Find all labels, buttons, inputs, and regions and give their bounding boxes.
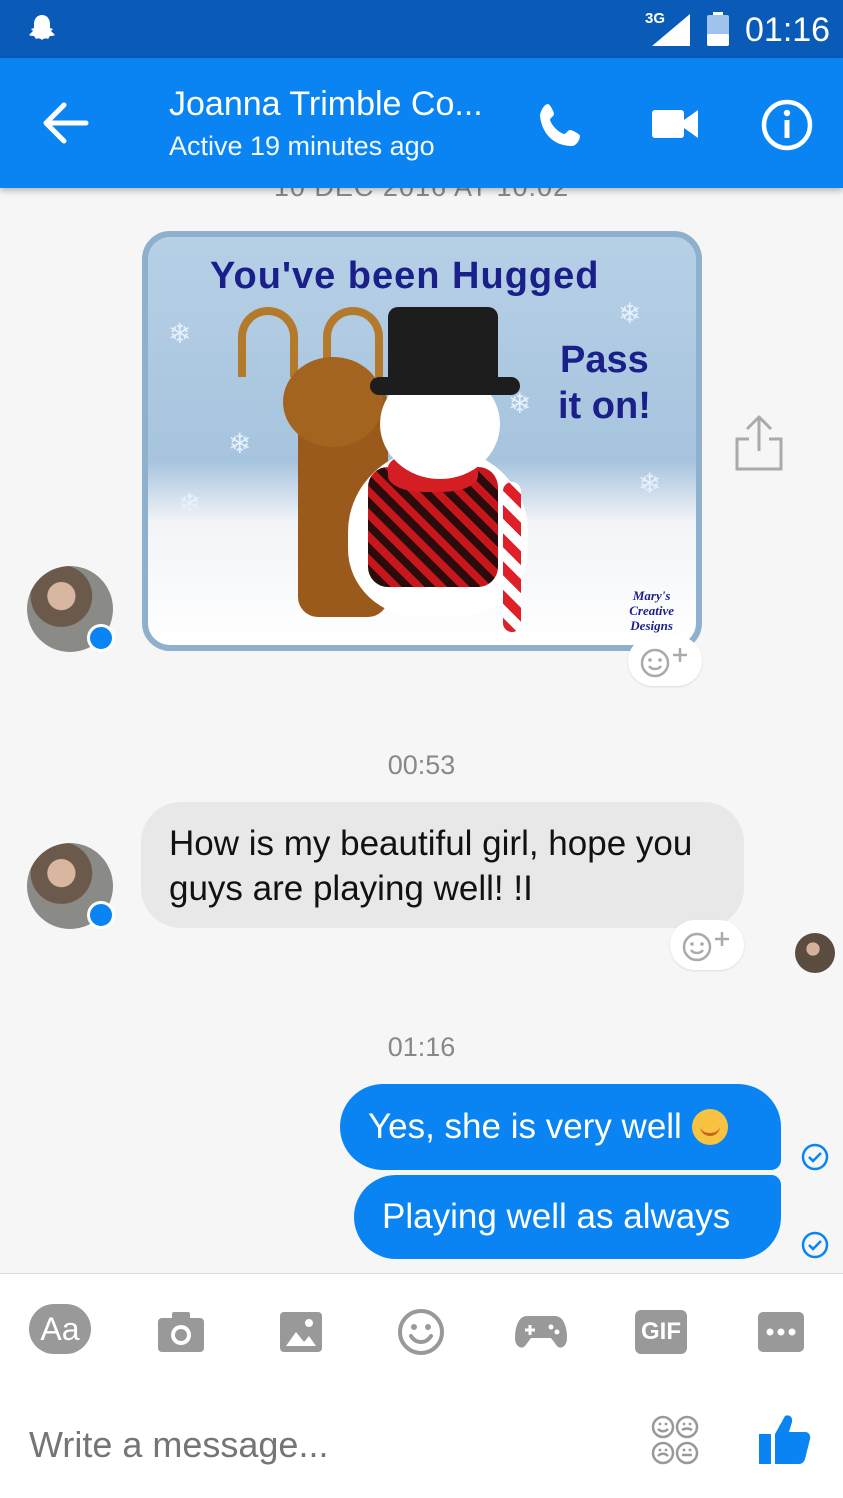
add-reaction-icon [640, 648, 687, 678]
delivered-check-icon [801, 1143, 829, 1171]
incoming-message[interactable]: How is my beautiful girl, hope you guys … [141, 802, 744, 928]
gamepad-icon [515, 1316, 567, 1348]
image-icon [280, 1312, 322, 1352]
battery-icon [707, 12, 729, 46]
gif-button[interactable]: GIF [630, 1304, 692, 1360]
more-icon [758, 1312, 804, 1352]
messenger-badge-icon [87, 901, 115, 929]
more-options-button[interactable] [750, 1304, 812, 1360]
message-text: Playing well as always [382, 1197, 731, 1236]
smiley-icon [398, 1309, 444, 1355]
gif-label: GIF [635, 1310, 687, 1354]
thumbs-up-icon[interactable] [757, 1410, 813, 1466]
snowman-hat-brim [370, 377, 520, 395]
card-credit: Mary's Creative Designs [629, 588, 674, 633]
camera-button[interactable] [150, 1304, 212, 1360]
card-pass-line1: Pass [560, 339, 649, 381]
candy-cane [503, 482, 521, 632]
seen-by-avatar [795, 933, 835, 973]
add-reaction-button[interactable] [628, 636, 702, 686]
active-status: Active 19 minutes ago [169, 131, 435, 161]
message-list[interactable]: 10 DEC 2016 AT 10:02 ❄ ❄ ❄ ❄ ❄ ❄ You've … [0, 188, 843, 1273]
phone-call-icon[interactable] [536, 100, 588, 152]
card-pass-text: Pass it on! [558, 337, 651, 429]
text-format-button[interactable]: Aa [29, 1304, 91, 1354]
snowman-hat [388, 307, 498, 387]
snowflake-icon: ❄ [228, 428, 252, 459]
clock: 01:16 [745, 11, 831, 49]
conversation-header: Joanna Trimble Co... Active 19 minutes a… [0, 58, 843, 188]
timestamp: 01:16 [387, 1032, 456, 1062]
message-text: Yes, she is very well [368, 1107, 682, 1146]
status-bar: 3G 01:16 [0, 0, 843, 58]
back-arrow-icon[interactable] [40, 100, 90, 146]
card-credit-line2: Creative [629, 603, 674, 618]
snowflake-icon: ❄ [168, 318, 192, 349]
add-reaction-button[interactable] [670, 920, 744, 970]
contact-avatar[interactable] [27, 566, 115, 652]
video-call-icon[interactable] [650, 104, 700, 144]
card-pass-line2: it on! [558, 385, 651, 427]
composer: Aa GIF [0, 1273, 843, 1498]
snowflake-icon: ❄ [178, 488, 202, 519]
snapchat-icon [29, 15, 55, 40]
card-credit-line3: Designs [630, 618, 673, 633]
delivered-check-icon [801, 1231, 829, 1259]
shared-image[interactable]: ❄ ❄ ❄ ❄ ❄ ❄ You've been Hugged Pass it o… [142, 231, 702, 651]
card-headline: You've been Hugged [210, 255, 600, 297]
gallery-button[interactable] [270, 1304, 332, 1360]
info-icon[interactable] [760, 98, 814, 152]
stickers-icon[interactable] [650, 1414, 700, 1466]
timestamp: 00:53 [387, 750, 456, 780]
smiling-emoji-icon [691, 1109, 728, 1145]
reindeer-head [283, 357, 383, 447]
contact-name[interactable]: Joanna Trimble Co... [169, 84, 483, 124]
add-reaction-icon [682, 932, 729, 962]
message-input[interactable] [29, 1424, 609, 1466]
outgoing-message[interactable]: Yes, she is very well [340, 1084, 781, 1170]
snowflake-icon: ❄ [618, 298, 642, 329]
share-icon[interactable] [733, 413, 785, 471]
camera-icon [158, 1312, 204, 1352]
antler [238, 307, 298, 377]
games-button[interactable] [510, 1304, 572, 1360]
outgoing-message[interactable]: Playing well as always [354, 1175, 781, 1259]
snowflake-icon: ❄ [638, 468, 662, 499]
messenger-badge-icon [87, 624, 115, 652]
timestamp: 10 DEC 2016 AT 10:02 [0, 188, 843, 203]
emoji-button[interactable] [390, 1304, 452, 1360]
signal-icon [652, 14, 690, 46]
contact-avatar[interactable] [27, 843, 115, 929]
card-credit-line1: Mary's [632, 588, 671, 603]
